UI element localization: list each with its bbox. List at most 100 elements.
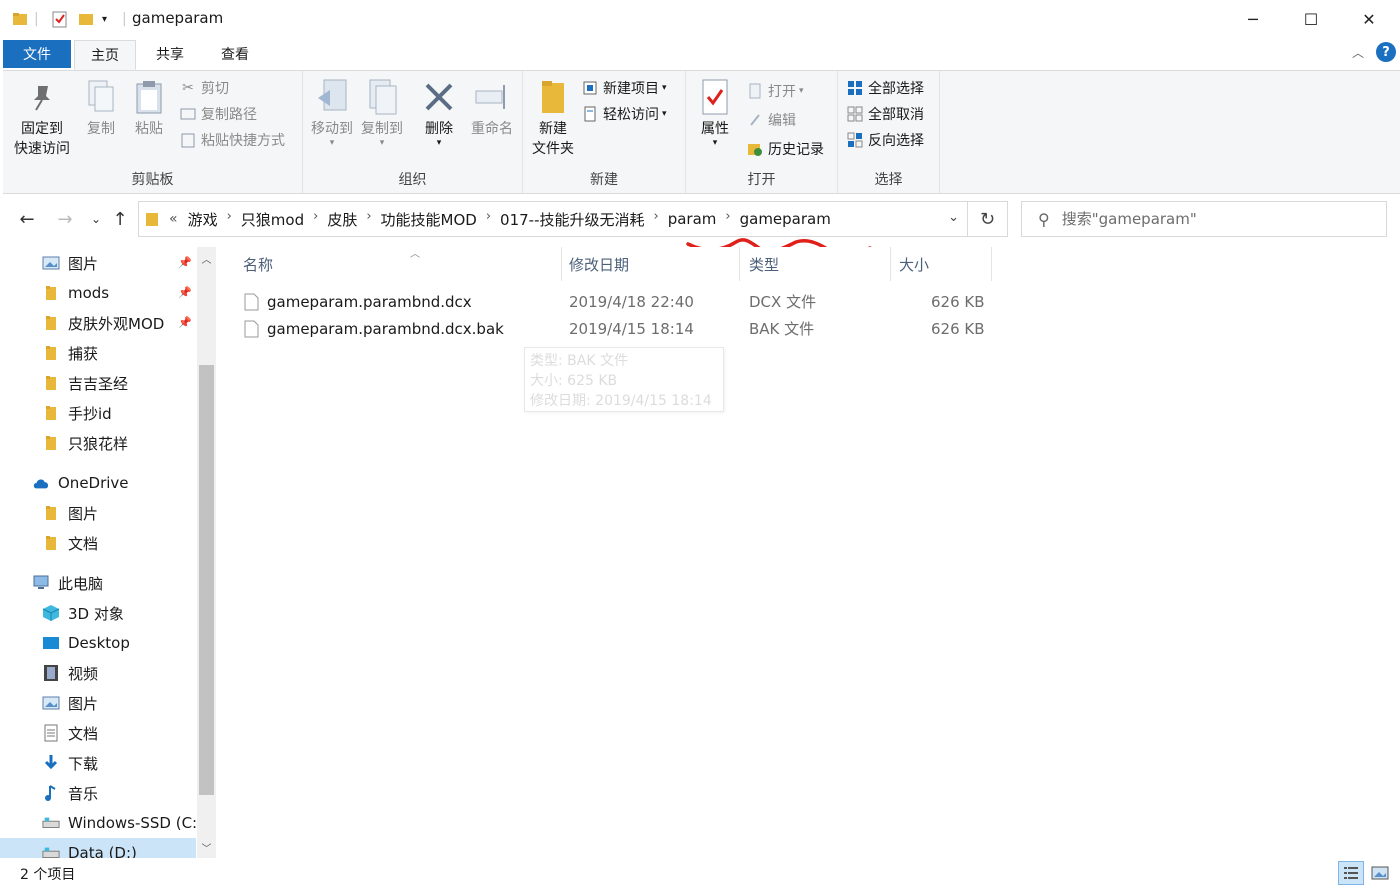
back-button[interactable]: ← bbox=[15, 207, 39, 231]
nav-item[interactable]: 音乐 bbox=[0, 778, 196, 808]
file-size: 626 KB bbox=[931, 292, 985, 311]
easy-access-icon bbox=[581, 105, 599, 123]
nav-item[interactable]: Data (D:) bbox=[0, 838, 196, 858]
address-dropdown-icon[interactable]: ⌄ bbox=[948, 210, 959, 225]
scroll-down-icon[interactable]: ﹀ bbox=[197, 838, 216, 856]
nav-item[interactable]: 文档 bbox=[0, 718, 196, 748]
cut-button[interactable]: ✂ 剪切 bbox=[179, 76, 229, 100]
tab-view[interactable]: 查看 bbox=[204, 40, 266, 68]
nav-item[interactable]: 捕获 bbox=[0, 338, 196, 368]
breadcrumb-item[interactable]: 只狼mod bbox=[241, 209, 304, 230]
nav-scrollbar[interactable]: ︿ ﹀ bbox=[197, 247, 216, 858]
select-all-label: 全部选择 bbox=[868, 81, 924, 97]
search-input[interactable] bbox=[1061, 210, 1362, 228]
breadcrumb-item[interactable]: param bbox=[668, 209, 717, 230]
invert-selection-button[interactable]: 反向选择 bbox=[846, 128, 924, 152]
paste-shortcut-button[interactable]: 粘贴快捷方式 bbox=[179, 128, 285, 152]
properties-button[interactable]: 属性 ▾ bbox=[692, 75, 738, 148]
nav-item-label: OneDrive bbox=[58, 474, 129, 492]
nav-item[interactable]: OneDrive bbox=[0, 468, 196, 498]
new-folder-button[interactable]: 新建 文件夹 bbox=[527, 75, 579, 159]
delete-button[interactable]: 删除 ▾ bbox=[417, 75, 461, 148]
pin-icon[interactable]: 📌 bbox=[178, 256, 192, 269]
nav-item[interactable]: 下载 bbox=[0, 748, 196, 778]
nav-item[interactable]: 文档 bbox=[0, 528, 196, 558]
move-to-button[interactable]: 移动到 ▾ bbox=[307, 75, 357, 148]
chevron-right-icon[interactable]: › bbox=[227, 209, 232, 230]
column-header-type[interactable]: 类型 bbox=[740, 247, 891, 281]
tooltip-size: 大小: 625 KB bbox=[530, 373, 618, 389]
move-to-icon bbox=[314, 75, 350, 119]
breadcrumb-item[interactable]: 皮肤 bbox=[327, 209, 357, 230]
recent-locations-button[interactable]: ⌄ bbox=[84, 207, 108, 231]
chevron-right-icon[interactable]: › bbox=[725, 209, 730, 230]
new-folder-quick-icon[interactable] bbox=[78, 9, 94, 29]
new-item-button[interactable]: 新建项目 ▾ bbox=[581, 76, 667, 100]
copy-path-button[interactable]: 复制路径 bbox=[179, 102, 257, 126]
refresh-button[interactable]: ↻ bbox=[967, 202, 1007, 236]
scroll-up-icon[interactable]: ︿ bbox=[197, 249, 216, 267]
properties-quick-icon[interactable] bbox=[52, 9, 68, 29]
nav-item[interactable]: 只狼花样 bbox=[0, 428, 196, 458]
nav-item[interactable]: Windows-SSD (C:) bbox=[0, 808, 203, 838]
window-title: gameparam bbox=[132, 9, 224, 27]
search-box[interactable]: ⚲ bbox=[1021, 201, 1387, 237]
chevron-right-icon[interactable]: › bbox=[654, 209, 659, 230]
copy-button[interactable]: 复制 bbox=[79, 75, 123, 139]
nav-item[interactable]: 手抄id bbox=[0, 398, 196, 428]
folder-icon bbox=[42, 534, 60, 552]
column-header-size[interactable]: 大小 bbox=[890, 247, 992, 281]
pin-icon[interactable]: 📌 bbox=[178, 316, 192, 329]
help-icon[interactable]: ? bbox=[1376, 42, 1396, 62]
breadcrumb-item[interactable]: 游戏 bbox=[188, 209, 218, 230]
column-header-modified[interactable]: 修改日期 bbox=[560, 247, 740, 281]
column-header-name[interactable]: 名称 ︿ bbox=[234, 247, 562, 281]
close-button[interactable]: ✕ bbox=[1340, 0, 1398, 38]
easy-access-button[interactable]: 轻松访问 ▾ bbox=[581, 102, 667, 126]
large-icons-view-icon[interactable] bbox=[1367, 861, 1393, 885]
open-button[interactable]: 打开 ▾ bbox=[746, 79, 804, 103]
customize-quick-access-icon[interactable]: ▾ bbox=[102, 9, 107, 29]
scrollbar-thumb[interactable] bbox=[199, 365, 214, 795]
file-row[interactable]: gameparam.parambnd.dcx 2019/4/18 22:40 D… bbox=[243, 288, 1003, 315]
nav-item[interactable]: 皮肤外观MOD 📌 bbox=[0, 308, 196, 338]
tab-file[interactable]: 文件 bbox=[3, 40, 71, 68]
select-all-button[interactable]: 全部选择 bbox=[846, 76, 924, 100]
rename-button[interactable]: 重命名 bbox=[465, 75, 519, 139]
minimize-button[interactable]: ─ bbox=[1224, 0, 1282, 38]
forward-button[interactable]: → bbox=[53, 207, 77, 231]
select-none-button[interactable]: 全部取消 bbox=[846, 102, 924, 126]
chevron-right-icon[interactable]: › bbox=[486, 209, 491, 230]
breadcrumb-item[interactable]: gameparam bbox=[740, 209, 831, 230]
breadcrumb-overflow[interactable]: « bbox=[169, 211, 178, 227]
chevron-right-icon[interactable]: › bbox=[366, 209, 371, 230]
chevron-right-icon[interactable]: › bbox=[313, 209, 318, 230]
maximize-button[interactable]: ☐ bbox=[1282, 0, 1340, 38]
details-view-icon[interactable] bbox=[1338, 861, 1364, 885]
nav-item[interactable]: 图片 📌 bbox=[0, 248, 196, 278]
nav-item[interactable]: 视频 bbox=[0, 658, 196, 688]
nav-item[interactable]: 吉吉圣经 bbox=[0, 368, 196, 398]
address-bar[interactable]: « 游戏 › 只狼mod › 皮肤 › 功能技能MOD › 017--技能升级无消耗 › … bbox=[138, 201, 1008, 237]
breadcrumb-item[interactable]: 功能技能MOD bbox=[381, 209, 477, 230]
clipboard-group-label: 剪贴板 bbox=[131, 172, 174, 188]
nav-item[interactable]: 3D 对象 bbox=[0, 598, 196, 628]
paste-button[interactable]: 粘贴 bbox=[127, 75, 171, 139]
file-row[interactable]: gameparam.parambnd.dcx.bak 2019/4/15 18:… bbox=[243, 315, 1003, 342]
breadcrumb-item[interactable]: 017--技能升级无消耗 bbox=[500, 209, 644, 230]
nav-item[interactable]: mods 📌 bbox=[0, 278, 196, 308]
edit-button[interactable]: 编辑 bbox=[746, 108, 796, 132]
nav-item[interactable]: Desktop bbox=[0, 628, 196, 658]
up-button[interactable]: ↑ bbox=[108, 207, 132, 231]
history-button[interactable]: 历史记录 bbox=[746, 137, 824, 161]
pin-quick-access-button[interactable]: 固定到 快速访问 bbox=[9, 75, 75, 159]
nav-item[interactable]: 此电脑 bbox=[0, 568, 196, 598]
nav-item[interactable]: 图片 bbox=[0, 688, 196, 718]
tab-share[interactable]: 共享 bbox=[140, 40, 200, 68]
nav-item[interactable]: 图片 bbox=[0, 498, 196, 528]
collapse-ribbon-icon[interactable]: ︿ bbox=[1352, 44, 1364, 61]
tab-home[interactable]: 主页 bbox=[74, 40, 136, 70]
pin-icon[interactable]: 📌 bbox=[178, 286, 192, 299]
copy-to-button[interactable]: 复制到 ▾ bbox=[357, 75, 407, 148]
move-to-dropdown-icon: ▾ bbox=[329, 138, 335, 148]
